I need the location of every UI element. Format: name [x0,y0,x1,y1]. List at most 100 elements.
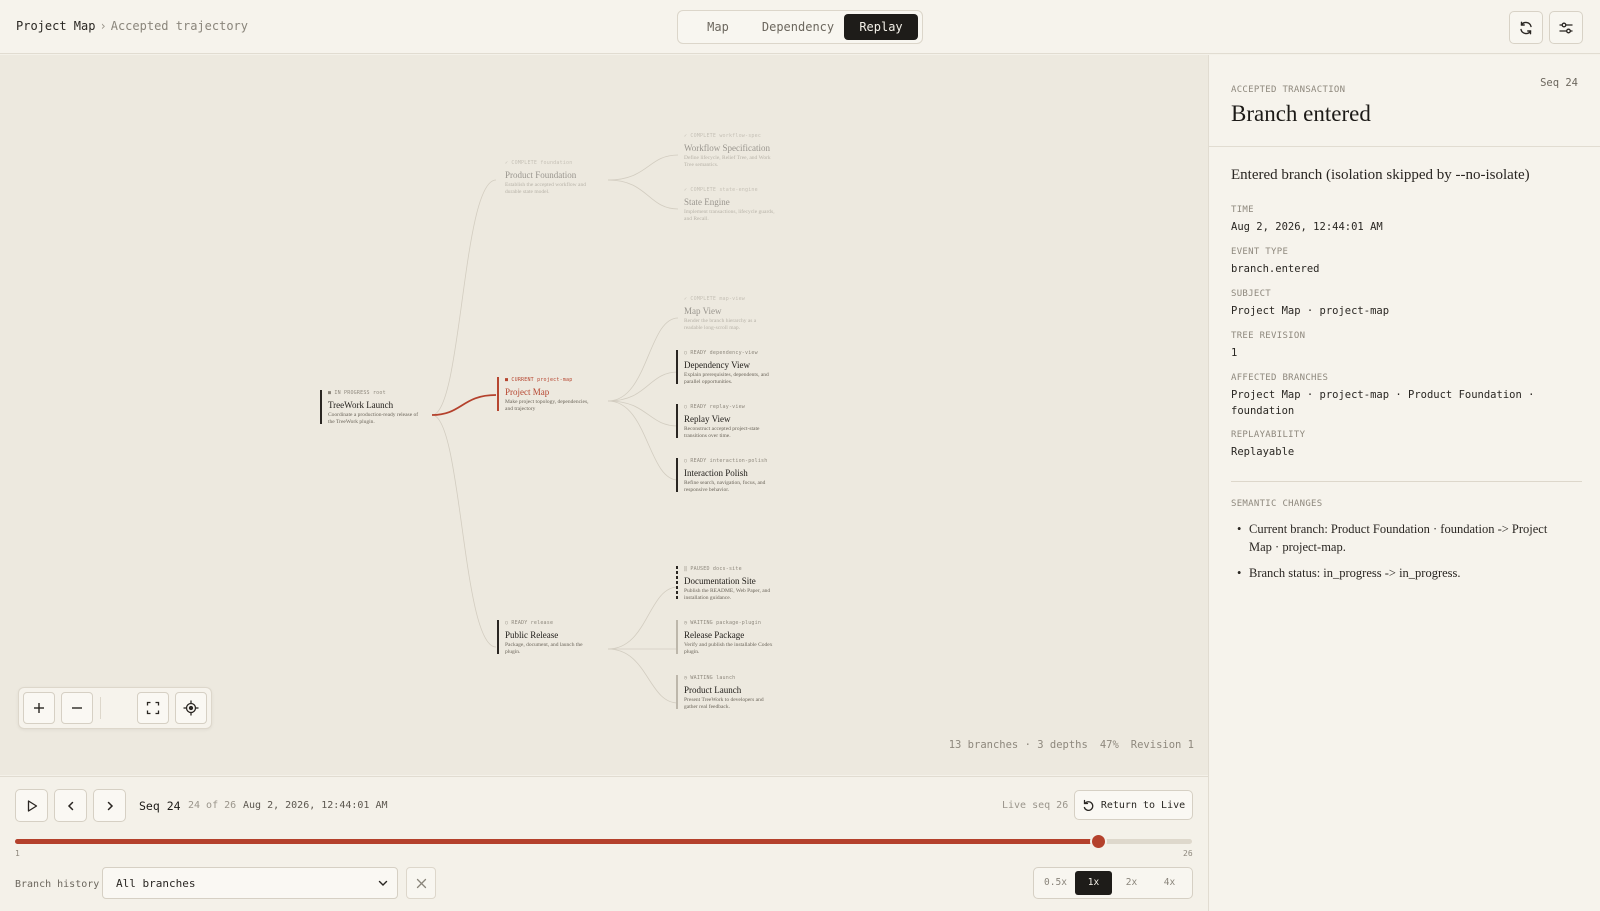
tab-replay[interactable]: Replay [844,14,918,40]
zoom-out-icon [72,707,82,709]
chevron-left-icon [67,801,73,810]
field-label: REPLAYABILITY [1231,430,1306,440]
node-product-launch[interactable]: ◷ WAITING launch Product Launch Present … [676,675,776,710]
node-meta: ■ CURRENT project-map [505,377,573,383]
node-public-release[interactable]: ○ READY release Public Release Package, … [497,620,597,655]
node-documentation-site[interactable]: ‖ PAUSED docs-site Documentation Site Pu… [676,566,776,601]
field-value: Aug 2, 2026, 12:44:01 AM [1231,221,1383,233]
list-item: Branch status: in_progress -> in_progres… [1231,564,1571,582]
field-value: Replayable [1231,446,1295,458]
node-interaction-polish[interactable]: ○ READY interaction-polish Interaction P… [676,458,776,493]
branch-history-select[interactable]: All branches [102,867,398,899]
node-title: Public Release [505,630,559,640]
speed-4x[interactable]: 4x [1151,871,1188,895]
field-value: 1 [1231,347,1238,359]
play-icon [27,799,37,812]
locate-icon [183,700,199,716]
node-state-engine[interactable]: ✓ COMPLETE state-engine State Engine Imp… [676,187,776,223]
edge-foundation-workflow [607,154,679,181]
slider-min-label: 1 [15,849,20,858]
live-seq: Live seq 26 [1002,800,1069,811]
zoom-out-button[interactable] [61,692,93,724]
edge-release-launch [607,648,679,704]
current-seq: Seq 24 [139,799,181,813]
node-title: Map View [684,306,722,316]
step-back-button[interactable] [54,789,87,822]
node-bar [676,350,678,384]
node-workflow-specification[interactable]: ✓ COMPLETE workflow-spec Workflow Specif… [676,133,776,169]
node-project-map[interactable]: ■ CURRENT project-map Project Map Make p… [497,377,597,412]
stat-depths: 3 depths [1037,739,1088,751]
node-replay-view[interactable]: ○ READY replay-view Replay View Reconstr… [676,404,776,439]
node-title: Interaction Polish [684,468,748,478]
replay-controls: Seq 24 24 of 26 Aug 2, 2026, 12:44:01 AM… [0,776,1208,911]
fit-view-icon [146,701,160,715]
node-map-view[interactable]: ✓ COMPLETE map-view Map View Render the … [676,296,776,332]
node-dependency-view[interactable]: ○ READY dependency-view Dependency View … [676,350,776,385]
node-title: State Engine [684,197,730,207]
panel-eyebrow: ACCEPTED TRANSACTION [1231,85,1346,95]
node-meta: ✓ COMPLETE state-engine [684,187,758,193]
replay-slider-thumb[interactable] [1089,833,1107,850]
zoom-in-button[interactable] [23,692,55,724]
node-description: Publish the README, Web Paper, and insta… [684,588,771,601]
undo-icon [1083,799,1094,811]
stat-zoom: 47% [1099,739,1119,751]
return-to-live-button[interactable]: Return to Live [1074,790,1193,820]
speed-2x[interactable]: 2x [1113,871,1150,895]
node-description: Define lifecycle, Relief Tree, and Work … [684,155,771,168]
node-description: Verify and publish the installable Codex… [684,642,773,655]
panel-seq: Seq 24 [1540,77,1578,89]
node-bar [497,620,499,654]
edge-foundation-state [607,179,679,210]
replay-slider[interactable] [15,833,1192,850]
refresh-button[interactable] [1509,11,1543,44]
play-button[interactable] [15,789,48,822]
node-title: Project Map [505,387,550,397]
field-subject: SUBJECT Project Map · project-map [1231,289,1581,320]
tab-dependency[interactable]: Dependency [756,14,840,40]
playback-speed: 0.5x 1x 2x 4x [1033,867,1193,899]
field-label: EVENT TYPE [1231,247,1289,257]
clear-branch-history-button[interactable] [406,867,436,899]
settings-button[interactable] [1549,11,1583,44]
edge-pm-interaction [607,400,679,481]
node-description: Refine search, navigation, focus, and re… [684,480,766,493]
speed-0-5x[interactable]: 0.5x [1037,871,1074,895]
semantic-changes-list: Current branch: Product Foundation · fou… [1231,520,1571,590]
node-description: Implement transactions, lifecycle guards… [684,209,775,222]
node-description: Present TreeWork to developers and gathe… [684,697,764,710]
close-icon [416,878,426,888]
fit-view-button[interactable] [137,692,169,724]
breadcrumb-separator: › [99,19,107,33]
panel-title: Branch entered [1231,101,1371,126]
node-meta: ○ READY replay-view [684,404,745,410]
branch-history-label: Branch history [15,879,100,890]
map-canvas[interactable]: ■ IN PROGRESS root TreeWork Launch Coord… [0,55,1208,775]
branch-history-value: All branches [116,877,196,890]
node-treework-launch[interactable]: ■ IN PROGRESS root TreeWork Launch Coord… [320,390,420,425]
chevron-down-icon [378,880,388,886]
field-time: TIME Aug 2, 2026, 12:44:01 AM [1231,205,1581,236]
field-affected-branches: AFFECTED BRANCHES Project Map · project-… [1231,373,1551,419]
edge-root-release [431,414,497,648]
speed-1x[interactable]: 1x [1075,871,1112,895]
node-bar [676,620,678,654]
seq-position: 24 of 26 [188,800,237,811]
zoom-in-icon [34,703,44,713]
node-title: Workflow Specification [684,143,771,153]
breadcrumb-current: Accepted trajectory [110,19,248,33]
top-bar: Project Map › Accepted trajectory Map Depe… [0,0,1600,54]
zoom-controls [18,687,212,729]
node-release-package[interactable]: ◷ WAITING package-plugin Release Package… [676,620,776,655]
node-title: Product Foundation [505,170,577,180]
step-forward-button[interactable] [93,789,126,822]
node-title: Dependency View [684,360,751,370]
breadcrumb-root[interactable]: Project Map [16,19,95,33]
field-label: TREE REVISION [1231,331,1306,341]
branch-edges [431,154,679,704]
tab-map[interactable]: Map [682,14,754,40]
node-meta: ○ READY dependency-view [684,350,758,356]
locate-button[interactable] [175,692,207,724]
node-product-foundation[interactable]: ✓ COMPLETE foundation Product Foundation… [497,160,597,196]
